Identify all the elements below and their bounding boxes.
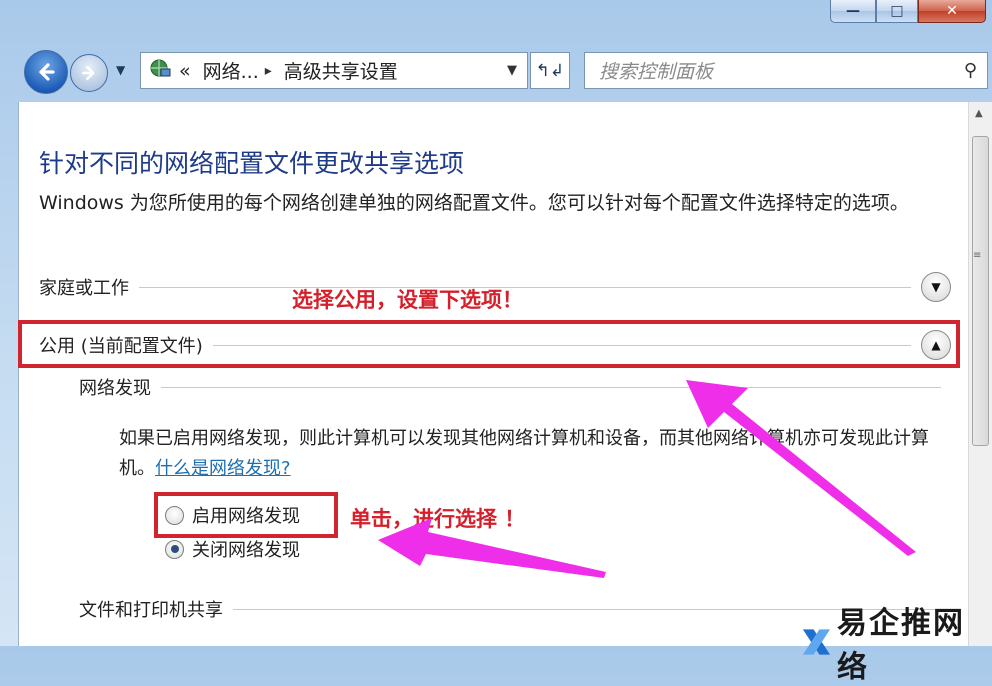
annotation-arrow-to-radio bbox=[378, 518, 606, 578]
annotation-arrows bbox=[378, 380, 916, 578]
annotation-arrow-to-public bbox=[686, 380, 916, 556]
watermark-logo-icon bbox=[802, 629, 831, 655]
watermark: 易企推网络 bbox=[800, 598, 992, 686]
watermark-text: 易企推网络 bbox=[836, 606, 965, 685]
